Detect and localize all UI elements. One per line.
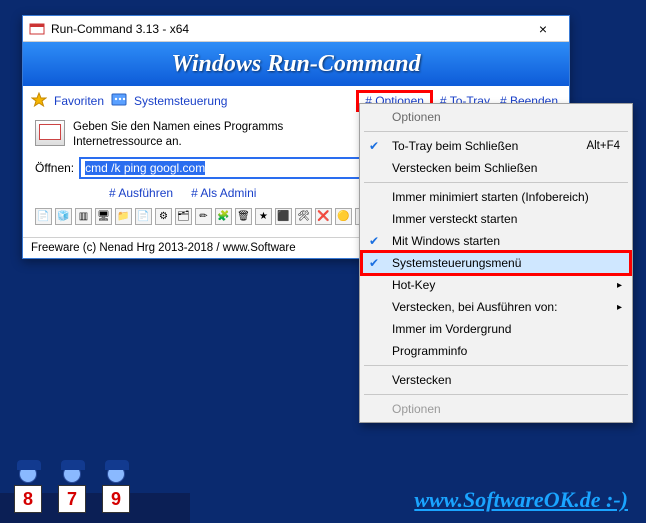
toolbar-icon-2[interactable]: 🧊 <box>55 208 72 225</box>
check-icon: ✔ <box>369 256 379 270</box>
als-admin-link[interactable]: # Als Admini <box>191 186 256 200</box>
systemsteuerung-label[interactable]: Systemsteuerung <box>131 92 230 110</box>
toolbar-icon-11[interactable]: 🗑 <box>235 208 252 225</box>
menu-start-minimized[interactable]: Immer minimiert starten (Infobereich) <box>362 186 630 208</box>
toolbar-icon-10[interactable]: 🧩 <box>215 208 232 225</box>
menu-hotkey[interactable]: Hot-Key <box>362 274 630 296</box>
toolbar-icon-4[interactable]: 🖥 <box>95 208 112 225</box>
menu-item-label: Mit Windows starten <box>392 234 500 248</box>
toolbar-icon-12[interactable]: ★ <box>255 208 272 225</box>
menu-always-on-top[interactable]: Immer im Vordergrund <box>362 318 630 340</box>
menu-item-label: Verstecken beim Schließen <box>392 161 537 175</box>
control-panel-icon <box>111 92 127 111</box>
app-icon <box>29 21 45 37</box>
judge-3: 9 <box>96 465 136 513</box>
menu-separator <box>364 131 628 132</box>
judge-2: 7 <box>52 465 92 513</box>
check-icon: ✔ <box>369 139 379 153</box>
judges: 8 7 9 <box>8 465 136 513</box>
judge-score: 8 <box>14 485 42 513</box>
options-menu: Optionen ✔ To-Tray beim Schließen Alt+F4… <box>359 103 633 423</box>
banner-title: Windows Run-Command <box>23 42 569 86</box>
menu-to-tray-close[interactable]: ✔ To-Tray beim Schließen Alt+F4 <box>362 135 630 157</box>
toolbar-icon-3[interactable]: ▥ <box>75 208 92 225</box>
toolbar-icon-15[interactable]: ❌ <box>315 208 332 225</box>
menu-item-label: Hot-Key <box>392 278 435 292</box>
site-link[interactable]: www.SoftwareOK.de :-) <box>414 487 628 513</box>
open-label: Öffnen: <box>35 161 74 175</box>
menu-item-label: Immer minimiert starten (Infobereich) <box>392 190 589 204</box>
favoriten-label[interactable]: Favoriten <box>51 92 107 110</box>
toolbar-icon-9[interactable]: ✏ <box>195 208 212 225</box>
toolbar-icon-5[interactable]: 📁 <box>115 208 132 225</box>
favoriten-link[interactable]: Favoriten <box>31 92 107 111</box>
toolbar-icon-7[interactable]: ⚙ <box>155 208 172 225</box>
menu-header: Optionen <box>362 106 630 128</box>
menu-hide-on-run[interactable]: Verstecken, bei Ausführen von: <box>362 296 630 318</box>
judge-score: 9 <box>102 485 130 513</box>
menu-separator <box>364 365 628 366</box>
toolbar-icon-8[interactable]: 🗂 <box>175 208 192 225</box>
systemsteuerung-link[interactable]: Systemsteuerung <box>111 92 230 111</box>
prompt-text: Geben Sie den Namen eines Programms Inte… <box>73 120 283 150</box>
toolbar-icon-1[interactable]: 📄 <box>35 208 52 225</box>
menu-control-panel-menu[interactable]: ✔ Systemsteuerungsmenü <box>362 252 630 274</box>
menu-item-label: Immer versteckt starten <box>392 212 517 226</box>
check-icon: ✔ <box>369 234 379 248</box>
close-button[interactable]: × <box>521 19 565 39</box>
menu-program-info[interactable]: Programminfo <box>362 340 630 362</box>
menu-start-hidden[interactable]: Immer versteckt starten <box>362 208 630 230</box>
menu-item-label: Verstecken <box>392 373 451 387</box>
ausfuehren-link[interactable]: # Ausführen <box>109 186 173 200</box>
menu-hide-close[interactable]: Verstecken beim Schließen <box>362 157 630 179</box>
star-icon <box>31 92 47 111</box>
menu-item-label: Immer im Vordergrund <box>392 322 511 336</box>
judge-score: 7 <box>58 485 86 513</box>
menu-item-label: Systemsteuerungsmenü <box>392 256 521 270</box>
menu-separator <box>364 394 628 395</box>
menu-footer-optionen: Optionen <box>362 398 630 420</box>
window-title: Run-Command 3.13 - x64 <box>51 22 521 36</box>
menu-item-accel: Alt+F4 <box>586 140 620 152</box>
menu-start-with-windows[interactable]: ✔ Mit Windows starten <box>362 230 630 252</box>
titlebar[interactable]: Run-Command 3.13 - x64 × <box>23 16 569 42</box>
toolbar-icon-14[interactable]: 🛠 <box>295 208 312 225</box>
menu-item-label: Optionen <box>392 402 441 416</box>
menu-separator <box>364 182 628 183</box>
menu-item-label: Programminfo <box>392 344 467 358</box>
menu-hide[interactable]: Verstecken <box>362 369 630 391</box>
toolbar-icon-6[interactable]: 📄 <box>135 208 152 225</box>
run-icon <box>35 120 65 146</box>
toolbar-icon-16[interactable]: 🟡 <box>335 208 352 225</box>
judge-1: 8 <box>8 465 48 513</box>
toolbar-icon-13[interactable]: ⬛ <box>275 208 292 225</box>
menu-item-label: Verstecken, bei Ausführen von: <box>392 300 557 314</box>
menu-item-label: To-Tray beim Schließen <box>392 139 518 153</box>
